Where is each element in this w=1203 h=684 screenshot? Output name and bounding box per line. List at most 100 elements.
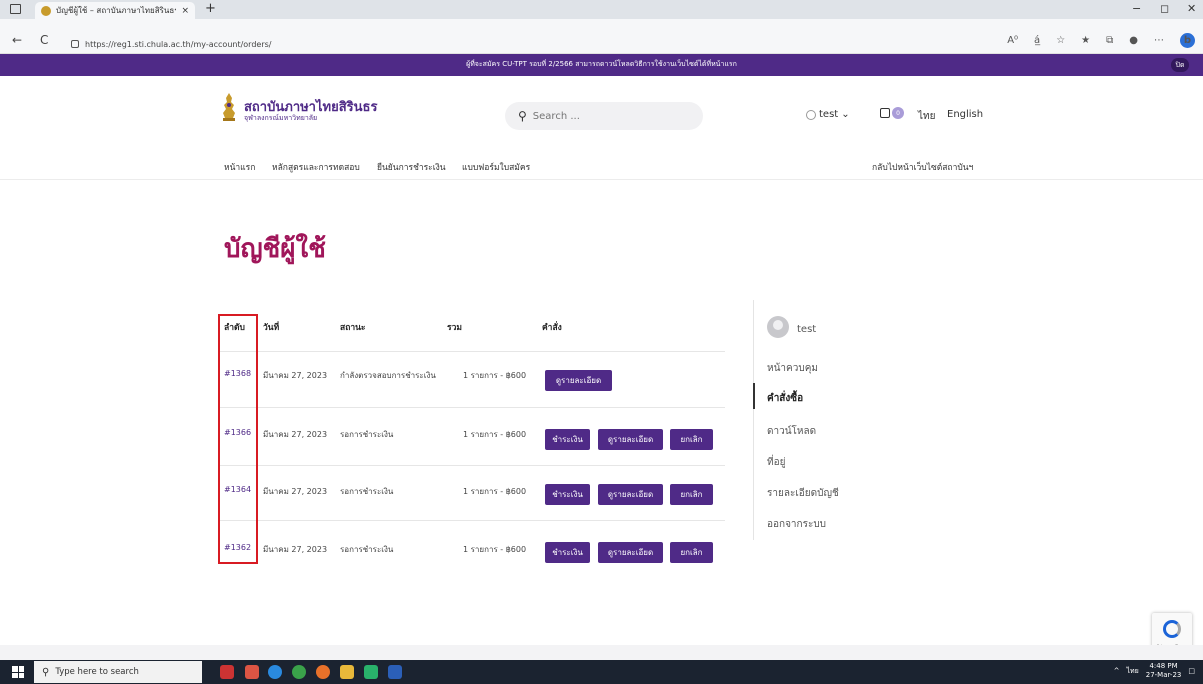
nav-home[interactable]: หน้าแรก: [224, 160, 255, 174]
search-icon[interactable]: ⚲: [518, 109, 527, 123]
order-date: มีนาคม 27, 2023: [263, 371, 328, 380]
account-avatar: [767, 316, 789, 338]
account-username: test: [797, 324, 817, 335]
word-icon[interactable]: [388, 665, 402, 679]
sidebar-item-orders[interactable]: คำสั่งซื้อ: [767, 391, 803, 406]
user-menu[interactable]: test ⌄: [806, 109, 850, 120]
column-header-total: รวม: [447, 323, 462, 333]
translate-icon[interactable]: á̲: [1034, 35, 1040, 46]
app-icon[interactable]: [220, 665, 234, 679]
line-app-icon[interactable]: [364, 665, 378, 679]
search-icon: ⚲: [42, 666, 50, 678]
nav-courses[interactable]: หลักสูตรและการทดสอบ: [272, 160, 360, 174]
firefox-icon[interactable]: [316, 665, 330, 679]
pay-order-button[interactable]: ชำระเงิน: [545, 542, 590, 563]
view-order-button[interactable]: ดูรายละเอียด: [598, 542, 663, 563]
tray-clock[interactable]: 4:48 PM 27-Mar-23: [1146, 662, 1182, 680]
announcement-bar: ผู้ที่จะสมัคร CU-TPT รอบที่ 2/2566 สามาร…: [0, 54, 1203, 76]
browser-tab[interactable]: บัญชีผู้ใช้ – สถาบันภาษาไทยสิรินธร จ ×: [35, 2, 195, 19]
sidebar-item-addresses[interactable]: ที่อยู่: [767, 455, 785, 470]
order-status: กำลังตรวจสอบการชำระเงิน: [340, 371, 436, 380]
column-header-date: วันที่: [263, 323, 280, 333]
cart-button[interactable]: 0: [880, 107, 904, 119]
read-aloud-icon[interactable]: A⁰: [1007, 35, 1018, 46]
site-search: ⚲: [505, 102, 703, 130]
language-thai-link[interactable]: ไทย: [918, 109, 935, 124]
table-divider: [220, 520, 725, 521]
table-divider: [220, 351, 725, 352]
maximize-button[interactable]: ◻: [1160, 2, 1169, 15]
sidebar-item-downloads[interactable]: ดาวน์โหลด: [767, 424, 816, 439]
taskbar-search[interactable]: ⚲ Type here to search: [34, 661, 202, 683]
search-input[interactable]: [532, 110, 683, 122]
app-icon[interactable]: [245, 665, 259, 679]
order-total: 1 รายการ - ฿600: [463, 545, 527, 554]
nav-application-form[interactable]: แบบฟอร์มใบสมัคร: [462, 160, 530, 174]
tray-date: 27-Mar-23: [1145, 671, 1182, 679]
cancel-order-button[interactable]: ยกเลิก: [670, 429, 713, 450]
cancel-order-button[interactable]: ยกเลิก: [670, 542, 713, 563]
taskbar-search-placeholder: Type here to search: [55, 667, 139, 677]
order-status: รอการชำระเงิน: [340, 430, 394, 439]
minimize-button[interactable]: −: [1132, 2, 1141, 15]
browser-toolbar: ← C https://reg1.sti.chula.ac.th/my-acco…: [0, 19, 1203, 54]
pay-order-button[interactable]: ชำระเงิน: [545, 484, 590, 505]
sidebar-item-logout[interactable]: ออกจากระบบ: [767, 517, 826, 532]
pay-order-button[interactable]: ชำระเงิน: [545, 429, 590, 450]
sidebar-item-dashboard[interactable]: หน้าควบคุม: [767, 361, 818, 376]
tray-time: 4:48 PM: [1149, 662, 1178, 670]
institute-logo-icon[interactable]: [220, 92, 238, 122]
tab-title: บัญชีผู้ใช้ – สถาบันภาษาไทยสิรินธร จ: [56, 6, 177, 15]
more-menu-icon[interactable]: ⋯: [1154, 35, 1164, 46]
edge-icon[interactable]: [268, 665, 282, 679]
view-order-button[interactable]: ดูรายละเอียด: [598, 429, 663, 450]
table-divider: [220, 407, 725, 408]
order-total: 1 รายการ - ฿600: [463, 371, 527, 380]
tray-language[interactable]: ไทย: [1126, 666, 1138, 677]
tab-close-icon[interactable]: ×: [181, 6, 189, 16]
column-header-status: สถานะ: [340, 323, 366, 333]
announcement-text: ผู้ที่จะสมัคร CU-TPT รอบที่ 2/2566 สามาร…: [466, 60, 737, 68]
cart-count-badge: 0: [892, 107, 904, 119]
recaptcha-icon: [1163, 620, 1181, 638]
page-title: บัญชีผู้ใช้: [224, 234, 326, 264]
favorite-star-icon[interactable]: ☆: [1056, 35, 1065, 46]
order-date: มีนาคม 27, 2023: [263, 487, 328, 496]
sidebar-item-account-details[interactable]: รายละเอียดบัญชี: [767, 486, 839, 501]
site-header: สถาบันภาษาไทยสิรินธร จุฬาลงกรณ์มหาวิทยาล…: [0, 76, 1203, 156]
order-date: มีนาคม 27, 2023: [263, 545, 328, 554]
site-logo-subtitle: จุฬาลงกรณ์มหาวิทยาลัย: [244, 114, 318, 122]
address-bar[interactable]: https://reg1.sti.chula.ac.th/my-account/…: [65, 37, 1015, 51]
system-tray: ^ ไทย 4:48 PM 27-Mar-23 □: [1114, 662, 1195, 680]
chrome-icon[interactable]: [292, 665, 306, 679]
tab-actions-icon[interactable]: [10, 4, 21, 14]
file-explorer-icon[interactable]: [340, 665, 354, 679]
view-order-button[interactable]: ดูรายละเอียด: [598, 484, 663, 505]
browser-tools: A⁰ á̲ ☆ ★ ⧉ ● ⋯ b: [1007, 33, 1195, 48]
reload-button[interactable]: C: [40, 33, 48, 47]
nav-back-to-institute[interactable]: กลับไปหน้าเว็บไซต์สถาบันฯ: [872, 160, 973, 174]
language-english-link[interactable]: English: [947, 109, 983, 120]
order-column-highlight: [218, 314, 258, 564]
browser-tab-bar: บัญชีผู้ใช้ – สถาบันภาษาไทยสิรินธร จ × +…: [0, 0, 1203, 19]
collections-icon[interactable]: ⧉: [1106, 35, 1113, 46]
notification-icon[interactable]: □: [1188, 667, 1195, 675]
profile-icon[interactable]: ●: [1129, 35, 1138, 46]
close-window-button[interactable]: ✕: [1187, 2, 1196, 15]
windows-start-icon[interactable]: [12, 666, 24, 678]
sidebar-active-indicator: [753, 383, 755, 409]
order-status: รอการชำระเงิน: [340, 545, 394, 554]
windows-taskbar: ⚲ Type here to search ^ ไทย 4:48 PM 27-M…: [0, 660, 1203, 684]
nav-payment-confirm[interactable]: ยืนยันการชำระเงิน: [377, 160, 446, 174]
user-avatar-icon: [806, 109, 816, 120]
view-order-button[interactable]: ดูรายละเอียด: [545, 370, 612, 391]
new-tab-button[interactable]: +: [205, 1, 216, 16]
announcement-close-button[interactable]: ปิด: [1171, 58, 1189, 72]
bing-chat-icon[interactable]: b: [1180, 33, 1195, 48]
cancel-order-button[interactable]: ยกเลิก: [670, 484, 713, 505]
tray-overflow-icon[interactable]: ^: [1114, 667, 1120, 675]
user-menu-name: test: [819, 109, 839, 120]
favorites-icon[interactable]: ★: [1081, 35, 1090, 46]
back-button[interactable]: ←: [12, 33, 22, 47]
cart-icon: [880, 108, 890, 118]
